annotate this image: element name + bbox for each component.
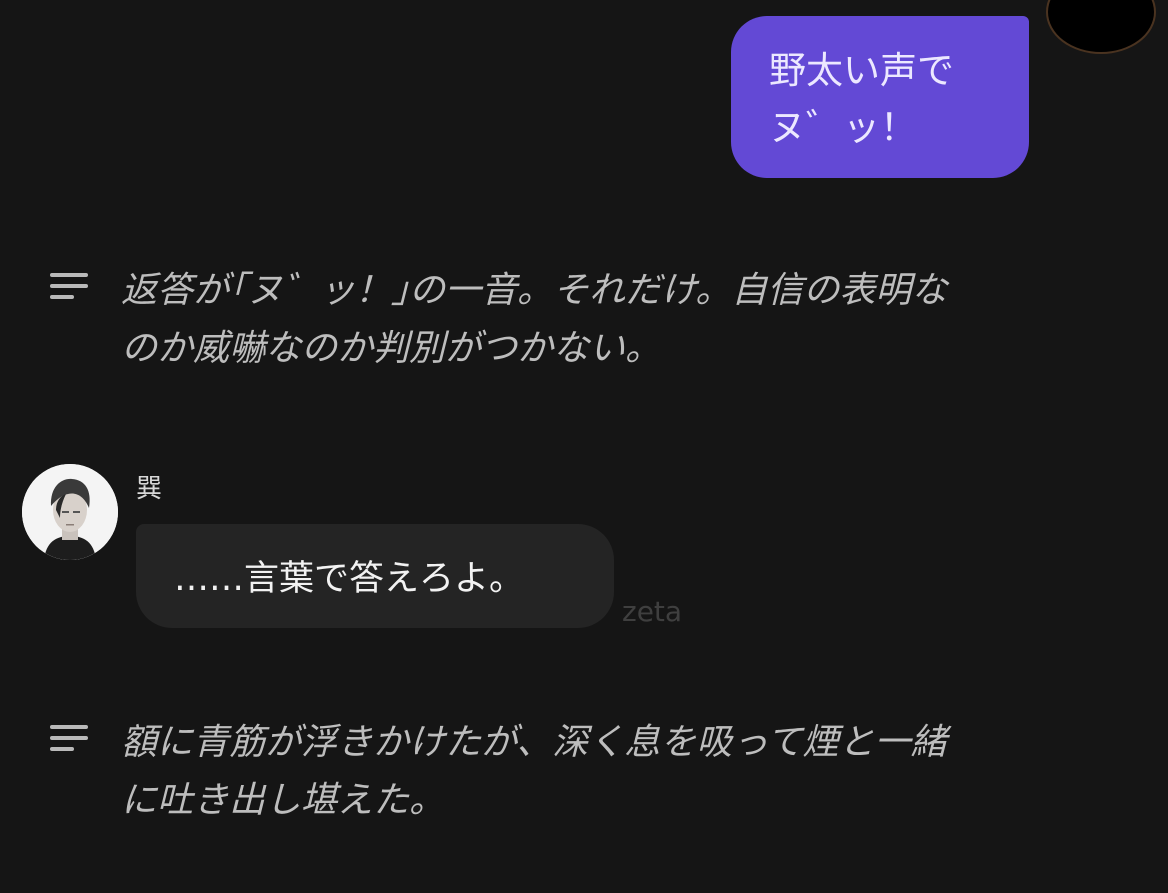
- narration-line-1: 返答が｢ヌ゛ッ！｣の一音。それだけ。自信の表明な: [121, 270, 948, 311]
- narration-lines-icon: [50, 271, 90, 301]
- narration-lines-icon: [50, 723, 90, 753]
- narration-line-2: のか威嚇なのか判別がつかない。: [121, 328, 662, 369]
- narration-line-2: に吐き出し堪えた。: [121, 780, 446, 821]
- character-avatar[interactable]: [22, 464, 118, 560]
- user-avatar[interactable]: [1048, 0, 1154, 52]
- user-message-line-2: ヌ゛ッ！: [769, 106, 917, 149]
- character-name: 巽: [136, 474, 163, 504]
- character-message-text: ……言葉で答えろよ。: [174, 559, 525, 599]
- user-message-bubble: 野太い声で ヌ゛ッ！: [731, 16, 1029, 178]
- character-portrait-icon: [22, 464, 118, 560]
- narration-line-1: 額に青筋が浮きかけたが、深く息を吸って煙と一緒: [121, 722, 947, 763]
- watermark-logo: zeta: [622, 595, 683, 628]
- narration-text: 返答が｢ヌ゛ッ！｣の一音。それだけ。自信の表明な のか威嚇なのか判別がつかない。: [121, 262, 1121, 378]
- narration-text: 額に青筋が浮きかけたが、深く息を吸って煙と一緒 に吐き出し堪えた。: [121, 714, 1121, 830]
- user-message-line-1: 野太い声で: [769, 49, 954, 92]
- character-message-bubble: ……言葉で答えろよ。: [136, 524, 614, 628]
